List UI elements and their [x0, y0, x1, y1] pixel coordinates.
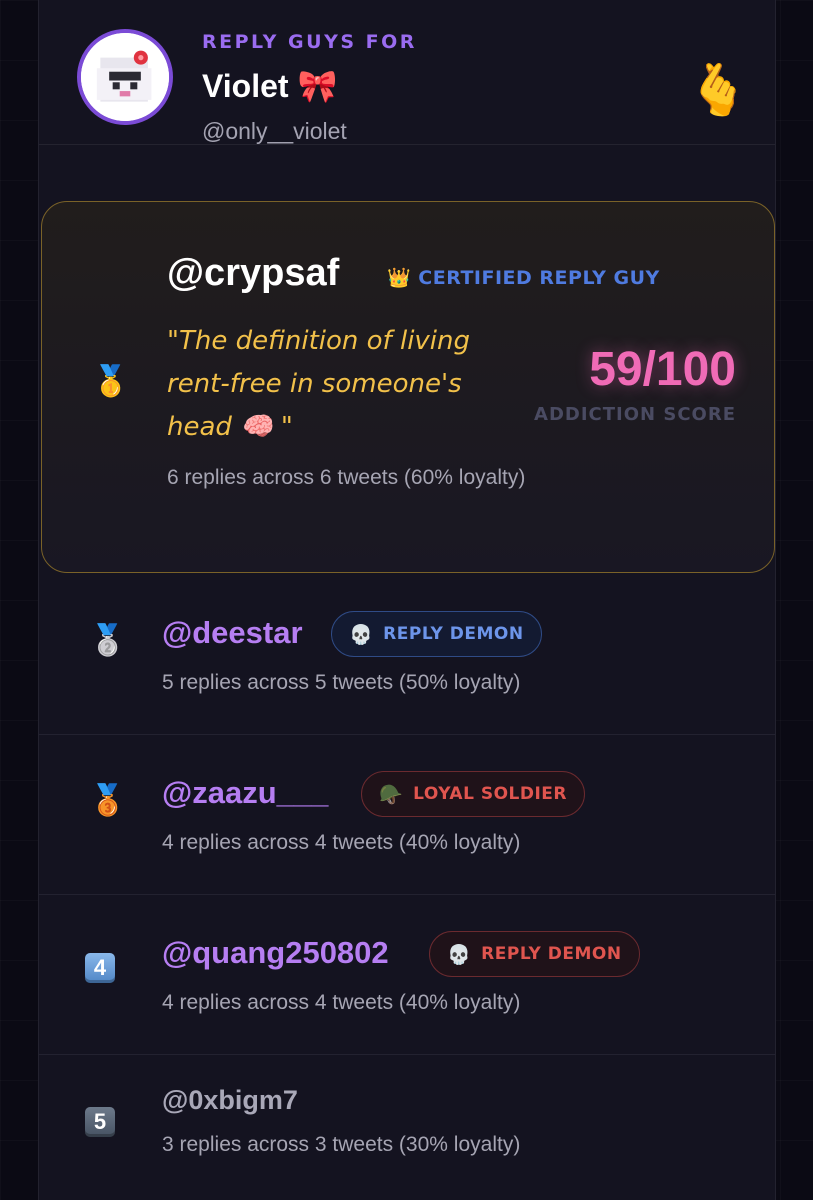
reply-guys-card: REPLY GUYS FOR Violet 🎀 @only__violet 🫰 …	[38, 0, 776, 1200]
reply-stats: 3 replies across 3 tweets (30% loyalty)	[162, 1133, 521, 1156]
military-helmet-icon: 🪖	[379, 783, 404, 806]
gold-medal-icon: 🥇	[92, 365, 130, 398]
profile-handle: @only__violet	[202, 118, 347, 144]
certified-reply-guy-badge: 👑 CERTIFIED REPLY GUY	[387, 267, 660, 289]
loyal-soldier-badge: 🪖 LOYAL SOLDIER	[361, 771, 586, 817]
list-item[interactable]: 🥈 @deestar 💀 REPLY DEMON 5 replies acros…	[39, 575, 775, 735]
list-item[interactable]: 🥉 @zaazu___ 🪖 LOYAL SOLDIER 4 replies ac…	[39, 735, 775, 895]
list-item[interactable]: 4 @quang250802 💀 REPLY DEMON 4 replies a…	[39, 895, 775, 1055]
pointing-down-hand-icon: 🫰	[687, 62, 750, 118]
bronze-medal-icon: 🥉	[89, 784, 127, 817]
badge-label: REPLY DEMON	[383, 624, 524, 644]
reply-stats: 5 replies across 5 tweets (50% loyalty)	[162, 671, 521, 694]
silver-medal-icon: 🥈	[89, 624, 127, 657]
profile-header: REPLY GUYS FOR Violet 🎀 @only__violet 🫰	[39, 1, 775, 145]
top-reply-guy-card[interactable]: 🥇 @crypsaf 👑 CERTIFIED REPLY GUY "The de…	[41, 201, 775, 573]
header-label: REPLY GUYS FOR	[202, 31, 417, 53]
reply-demon-badge: 💀 REPLY DEMON	[429, 931, 640, 977]
reply-guy-username[interactable]: @deestar	[162, 615, 303, 651]
avatar[interactable]	[77, 29, 173, 125]
skull-icon: 💀	[447, 943, 472, 966]
avatar-image	[81, 33, 169, 121]
profile-name: Violet 🎀	[202, 68, 338, 104]
addiction-score-value: 59/100	[589, 343, 736, 396]
reply-guy-username[interactable]: @quang250802	[162, 935, 389, 971]
reply-stats: 4 replies across 4 tweets (40% loyalty)	[162, 991, 521, 1014]
top-reply-stats: 6 replies across 6 tweets (60% loyalty)	[167, 466, 526, 489]
top-username[interactable]: @crypsaf	[167, 252, 339, 295]
badge-label: LOYAL SOLDIER	[413, 784, 568, 804]
badge-label: REPLY DEMON	[481, 944, 622, 964]
reply-demon-badge: 💀 REPLY DEMON	[331, 611, 542, 657]
skull-icon: 💀	[349, 623, 374, 646]
roast-quote: "The definition of living rent-free in s…	[167, 326, 471, 442]
addiction-score-label: ADDICTION SCORE	[534, 404, 736, 425]
reply-stats: 4 replies across 4 tweets (40% loyalty)	[162, 831, 521, 854]
reply-guy-username[interactable]: @zaazu___	[162, 775, 328, 811]
list-item[interactable]: 5 @0xbigm7 3 replies across 3 tweets (30…	[39, 1055, 775, 1200]
rank-5-keycap-icon: 5	[85, 1107, 115, 1137]
rank-4-keycap-icon: 4	[85, 953, 115, 983]
reply-guy-username[interactable]: @0xbigm7	[162, 1085, 298, 1116]
